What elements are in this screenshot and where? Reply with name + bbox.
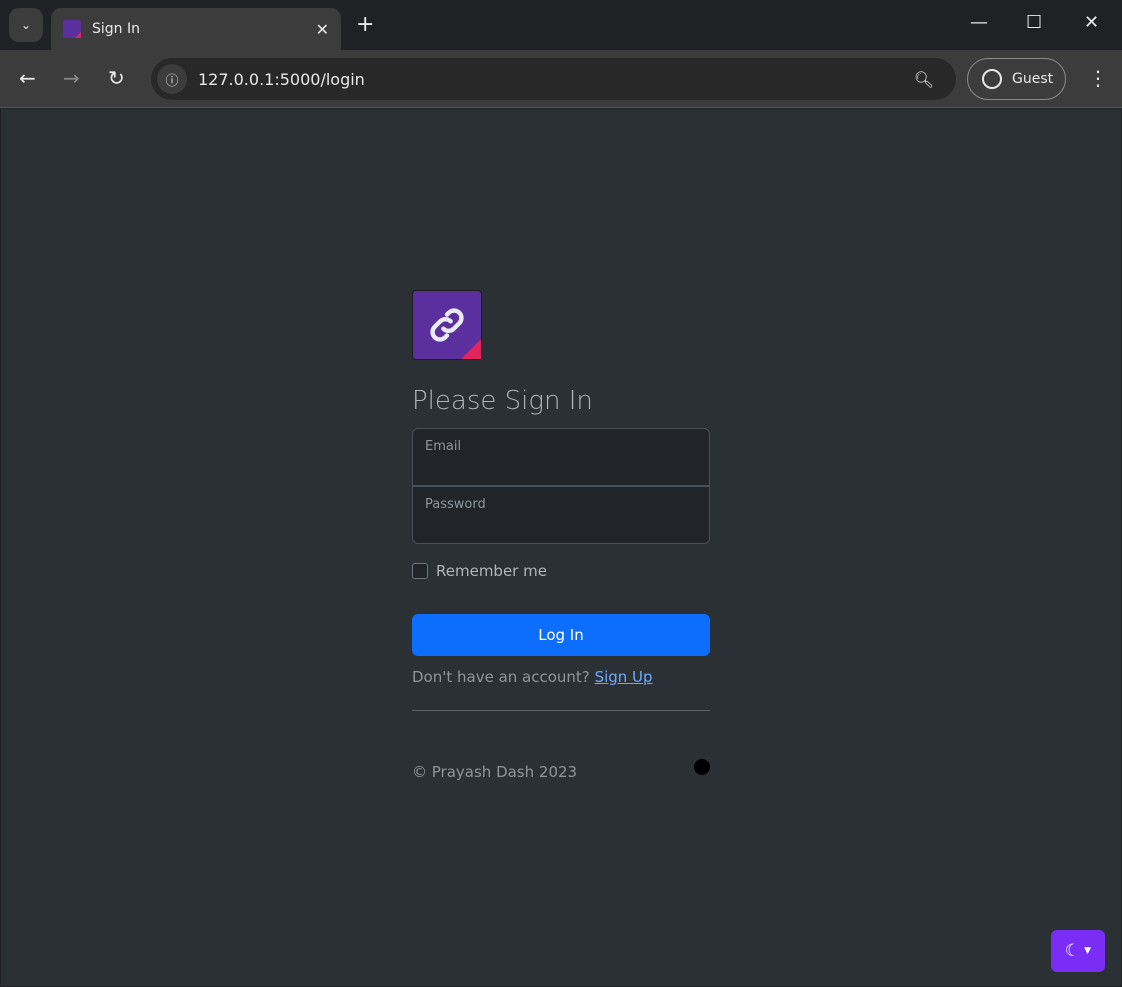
page-content: Please Sign In Email Password Remember m… — [1, 109, 1121, 986]
menu-icon[interactable]: ⋮ — [1088, 66, 1108, 90]
page-title: Please Sign In — [412, 386, 593, 416]
signup-prompt: Don't have an account? Sign Up — [412, 668, 710, 686]
maximize-button[interactable]: ☐ — [1026, 12, 1042, 33]
forward-button[interactable]: → — [63, 66, 80, 90]
link-icon — [430, 308, 464, 342]
profile-icon — [982, 69, 1002, 89]
tab-bar: ⌄ Sign In ✕ + — ☐ ✕ — [0, 0, 1122, 50]
site-info-icon[interactable]: ⓘ — [157, 64, 187, 94]
login-button[interactable]: Log In — [412, 614, 710, 656]
browser-toolbar: ← → ↻ ⓘ 127.0.0.1:5000/login 🔍︎ Guest ⋮ — [0, 50, 1122, 108]
caret-down-icon: ▼ — [1084, 946, 1092, 956]
tab-search-button[interactable]: ⌄ — [9, 8, 43, 42]
address-bar[interactable]: ⓘ 127.0.0.1:5000/login 🔍︎ — [151, 58, 956, 100]
app-logo — [412, 290, 482, 360]
moon-stars-icon: ☾ — [1064, 941, 1081, 961]
signup-link[interactable]: Sign Up — [595, 668, 653, 686]
zoom-icon[interactable]: 🔍︎ — [914, 70, 934, 89]
favicon-icon — [63, 20, 81, 38]
remember-label: Remember me — [436, 562, 547, 580]
close-tab-icon[interactable]: ✕ — [316, 20, 329, 39]
remember-checkbox[interactable] — [412, 563, 428, 579]
close-window-button[interactable]: ✕ — [1084, 12, 1099, 33]
email-field[interactable]: Email — [412, 428, 710, 486]
remember-me[interactable]: Remember me — [412, 562, 710, 580]
signup-prompt-text: Don't have an account? — [412, 668, 590, 686]
profile-button[interactable]: Guest — [967, 58, 1066, 100]
back-button[interactable]: ← — [19, 66, 36, 90]
email-label: Email — [425, 439, 462, 454]
theme-toggle-button[interactable]: ☾ ▼ — [1051, 930, 1105, 972]
new-tab-button[interactable]: + — [356, 12, 374, 37]
reload-button[interactable]: ↻ — [108, 66, 125, 90]
url-text[interactable]: 127.0.0.1:5000/login — [198, 70, 914, 89]
copyright: © Prayash Dash 2023 — [412, 763, 578, 781]
divider — [412, 710, 710, 711]
tab-title: Sign In — [92, 21, 140, 37]
password-label: Password — [425, 497, 486, 512]
footer: © Prayash Dash 2023 — [412, 759, 710, 781]
profile-label: Guest — [1012, 71, 1054, 87]
login-form: Please Sign In Email Password Remember m… — [412, 290, 710, 781]
browser-tab[interactable]: Sign In ✕ — [51, 8, 341, 50]
password-field[interactable]: Password — [412, 486, 710, 544]
minimize-button[interactable]: — — [970, 12, 988, 33]
github-icon[interactable] — [694, 759, 710, 775]
